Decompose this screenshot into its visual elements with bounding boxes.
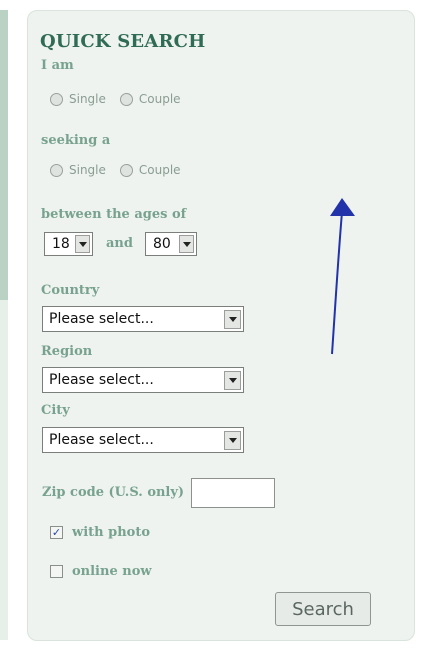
region-label: Region — [41, 344, 93, 359]
seeking-options: Single Couple — [50, 163, 181, 177]
zip-code-input[interactable] — [191, 478, 275, 508]
chevron-down-icon[interactable] — [224, 309, 241, 329]
max-age-value: 80 — [153, 236, 171, 252]
seeking-label: seeking a — [41, 133, 111, 148]
min-age-value: 18 — [52, 236, 70, 252]
age-and-label: and — [106, 236, 133, 251]
region-select-value: Please select... — [49, 372, 154, 388]
i-am-single-label: Single — [69, 92, 106, 106]
i-am-couple-label: Couple — [138, 92, 181, 106]
chevron-down-icon[interactable] — [75, 235, 90, 253]
annotation-arrow-line — [331, 211, 343, 355]
chevron-down-icon[interactable] — [224, 370, 241, 390]
city-label: City — [41, 403, 70, 418]
i-am-label: I am — [41, 58, 74, 73]
online-now-label: online now — [72, 564, 152, 579]
with-photo-row: ✓ with photo — [50, 525, 150, 540]
i-am-options: Single Couple — [50, 92, 181, 106]
seeking-single-radio[interactable] — [50, 163, 63, 177]
quick-search-title: QUICK SEARCH — [40, 31, 206, 52]
country-select-value: Please select... — [49, 311, 154, 327]
online-now-checkbox[interactable] — [50, 565, 63, 578]
online-now-row: online now — [50, 564, 152, 579]
country-label: Country — [41, 283, 100, 298]
i-am-couple-radio[interactable] — [119, 92, 133, 106]
city-select-value: Please select... — [49, 432, 154, 448]
left-strip-decoration-lower — [0, 300, 8, 640]
chevron-down-icon[interactable] — [179, 235, 194, 253]
seeking-couple-radio[interactable] — [119, 163, 133, 177]
annotation-arrowhead — [330, 198, 355, 216]
zip-code-label: Zip code (U.S. only) — [42, 485, 185, 500]
seeking-couple-label: Couple — [138, 163, 181, 177]
search-button[interactable]: Search — [275, 592, 371, 626]
min-age-select[interactable]: 18 — [44, 232, 93, 256]
left-strip-decoration — [0, 10, 8, 300]
with-photo-checkbox[interactable]: ✓ — [50, 526, 63, 539]
with-photo-label: with photo — [72, 525, 150, 540]
max-age-select[interactable]: 80 — [145, 232, 197, 256]
annotation-arrow — [330, 198, 355, 355]
i-am-single-radio[interactable] — [50, 92, 63, 106]
age-range-label: between the ages of — [41, 207, 187, 222]
city-select[interactable]: Please select... — [42, 427, 244, 453]
chevron-down-icon[interactable] — [224, 430, 241, 450]
region-select[interactable]: Please select... — [42, 367, 244, 393]
country-select[interactable]: Please select... — [42, 306, 244, 332]
seeking-single-label: Single — [69, 163, 106, 177]
